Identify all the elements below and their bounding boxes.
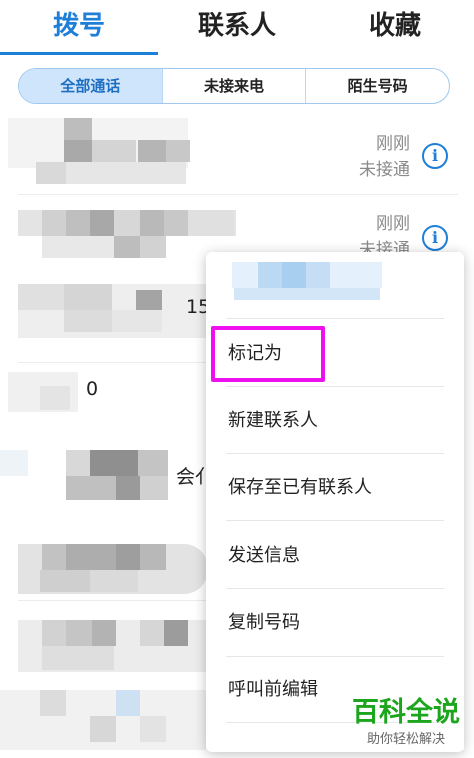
mosaic-block <box>90 450 138 476</box>
mosaic-block <box>36 162 66 184</box>
mosaic-block <box>138 450 168 476</box>
mosaic-block <box>116 476 140 500</box>
mosaic-block <box>282 262 306 288</box>
call-status: 未接通 <box>359 160 410 180</box>
menu-divider <box>226 520 444 521</box>
menu-divider <box>226 656 444 657</box>
mosaic-block <box>42 620 66 646</box>
mosaic-block <box>40 690 66 716</box>
mosaic-block <box>40 570 90 592</box>
mosaic-block <box>92 140 136 162</box>
info-icon[interactable]: i <box>422 225 448 251</box>
menu-item-save-to-existing-contact[interactable]: 保存至已有联系人 <box>228 466 444 510</box>
mosaic-block <box>66 544 116 570</box>
mosaic-block <box>166 140 190 162</box>
mosaic-block <box>18 284 64 310</box>
top-nav: 拨号 联系人 收藏 <box>0 0 474 56</box>
mosaic-block <box>64 140 92 162</box>
mosaic-block <box>90 570 138 592</box>
mosaic-block <box>66 476 116 500</box>
mosaic-block <box>42 236 114 258</box>
menu-item-send-message[interactable]: 发送信息 <box>228 534 444 578</box>
row-divider <box>18 362 208 363</box>
mosaic-block <box>42 544 66 570</box>
mosaic-block <box>114 236 140 258</box>
mosaic-block <box>140 476 168 500</box>
tab-favorites[interactable]: 收藏 <box>316 6 474 46</box>
mosaic-block <box>140 620 166 646</box>
mosaic-block <box>90 716 116 742</box>
watermark-logo: 百科全说 <box>352 697 460 728</box>
mosaic-block <box>66 620 92 646</box>
menu-divider <box>226 453 444 454</box>
row-divider <box>18 600 208 601</box>
mosaic-block <box>112 310 162 332</box>
filter-all-calls[interactable]: 全部通话 <box>19 69 162 103</box>
mosaic-block <box>40 386 70 410</box>
mosaic-block <box>116 544 140 570</box>
menu-divider <box>226 588 444 589</box>
mosaic-block <box>114 210 140 236</box>
mosaic-block <box>258 262 282 288</box>
mosaic-block <box>66 450 90 476</box>
mosaic-block <box>306 262 330 288</box>
call-time: 刚刚 <box>376 134 410 154</box>
mosaic-block <box>64 118 92 140</box>
mosaic-block <box>164 620 188 646</box>
mosaic-block <box>116 690 140 716</box>
mosaic-block <box>92 620 116 646</box>
mosaic-block <box>136 290 162 310</box>
call-filter: 全部通话 未接来电 陌生号码 <box>18 68 450 104</box>
mosaic-block <box>138 140 166 162</box>
mosaic-block <box>64 310 112 332</box>
menu-item-new-contact[interactable]: 新建联系人 <box>228 399 444 443</box>
mosaic-block <box>234 288 380 300</box>
mosaic-block <box>66 210 90 236</box>
mosaic-block <box>42 646 114 670</box>
highlight-box <box>211 326 325 382</box>
watermark-subtitle: 助你轻松解决 <box>348 730 464 750</box>
filter-missed-calls[interactable]: 未接来电 <box>161 69 306 103</box>
mosaic-block <box>140 544 166 570</box>
menu-divider <box>226 386 444 387</box>
call-time: 刚刚 <box>376 214 410 234</box>
mosaic-block <box>140 236 166 258</box>
menu-item-copy-number[interactable]: 复制号码 <box>228 601 444 645</box>
mosaic-block <box>90 210 114 236</box>
active-tab-indicator <box>0 52 158 55</box>
tab-dial[interactable]: 拨号 <box>0 6 158 46</box>
digit-fragment: 0 <box>86 378 99 400</box>
mosaic-block <box>66 162 186 184</box>
mosaic-block <box>0 450 28 476</box>
info-icon[interactable]: i <box>422 143 448 169</box>
mosaic-block <box>164 210 188 236</box>
mosaic-block <box>64 284 112 310</box>
filter-unknown-numbers[interactable]: 陌生号码 <box>305 69 449 103</box>
tab-contacts[interactable]: 联系人 <box>158 6 316 46</box>
menu-divider <box>226 318 444 319</box>
mosaic-block <box>140 210 164 236</box>
mosaic-block <box>188 210 234 236</box>
mosaic-block <box>42 210 66 236</box>
row-divider <box>18 194 458 195</box>
mosaic-block <box>140 716 166 742</box>
